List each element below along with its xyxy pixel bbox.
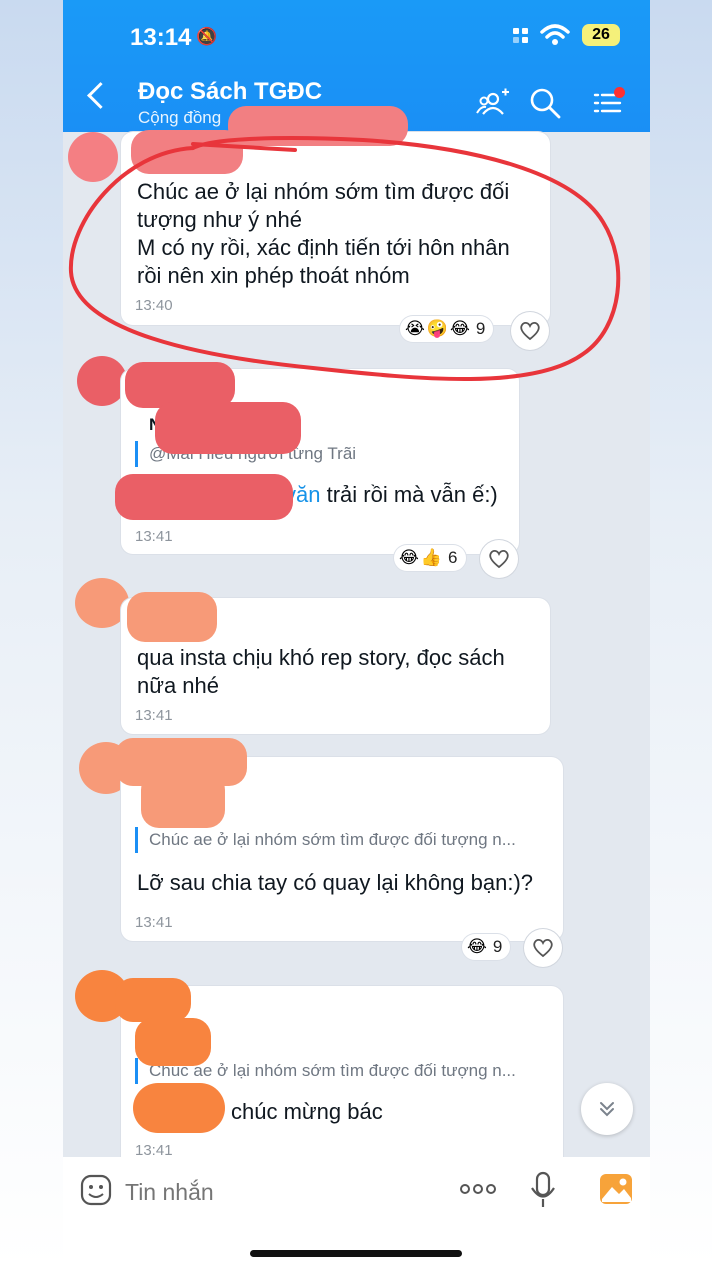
reaction-count: 9	[475, 319, 486, 338]
signal-icon	[513, 27, 528, 43]
message-time: 13:40	[135, 297, 173, 314]
redacted-name	[115, 474, 293, 520]
reaction-emoji: 🤪	[426, 319, 449, 338]
phone-screen: 13:14 🔕 26 Đọc Sách TGĐC Cộng đồng Chúc …	[63, 0, 650, 1267]
redacted-name	[131, 130, 243, 174]
reaction-count: 6	[448, 548, 458, 567]
home-indicator[interactable]	[250, 1250, 462, 1257]
message-input[interactable]	[123, 1171, 427, 1213]
reaction-bar[interactable]: 😭 🤪 😂 9	[400, 316, 494, 342]
message-text: qua insta chịu khó rep story, đọc sách n…	[137, 645, 505, 698]
redacted-name	[135, 1018, 211, 1066]
heart-icon[interactable]	[524, 929, 562, 967]
reaction-bar[interactable]: 😂 👍 6	[394, 545, 466, 571]
heart-icon[interactable]	[511, 312, 549, 350]
status-indicators: 26	[513, 24, 620, 46]
redacted-name	[115, 978, 191, 1022]
image-icon[interactable]	[598, 1172, 634, 1206]
chevrons-down-icon	[600, 1102, 614, 1117]
reaction-emoji: 😭	[405, 319, 425, 338]
quoted-message[interactable]: Chúc ae ở lại nhóm sớm tìm được đối tượn…	[135, 827, 516, 853]
page-title: Đọc Sách TGĐC	[138, 78, 323, 105]
redacted-name	[155, 402, 301, 454]
message-time: 13:41	[135, 528, 173, 545]
group-type: Cộng đồng	[138, 108, 222, 127]
sticker-icon[interactable]	[79, 1173, 113, 1207]
mic-icon[interactable]	[530, 1171, 556, 1209]
reaction-emoji: 😂	[399, 548, 419, 567]
bell-off-icon: 🔕	[196, 27, 218, 46]
message-time: 13:41	[135, 707, 173, 724]
message-text-body: trải rồi mà vẫn ế:)	[320, 482, 498, 507]
status-time: 13:14	[130, 24, 192, 51]
message-text: Chúc ae ở lại nhóm sớm tìm được đối tượn…	[137, 179, 510, 288]
reaction-count: 9	[492, 937, 503, 956]
heart-icon[interactable]	[480, 540, 518, 578]
search-icon[interactable]	[528, 86, 562, 120]
group-add-icon[interactable]	[476, 86, 510, 120]
battery-badge: 26	[582, 24, 620, 46]
redacted-name	[133, 1083, 225, 1133]
message-list[interactable]: Chúc ae ở lại nhóm sớm tìm được đối tượn…	[63, 106, 650, 1186]
wifi-icon	[540, 24, 570, 45]
more-icon[interactable]	[459, 1179, 497, 1199]
message-text: Lỡ sau chia tay có quay lại không bạn:)?	[137, 870, 534, 895]
reaction-emoji: 😂	[450, 319, 470, 338]
background-right	[650, 0, 712, 1267]
redacted-name	[127, 592, 217, 642]
reaction-bar[interactable]: 😂 9	[462, 934, 511, 960]
message-text: chúc mừng bác	[231, 1099, 383, 1124]
notification-dot	[614, 87, 625, 98]
scroll-to-bottom-button[interactable]	[581, 1083, 633, 1135]
back-icon[interactable]	[87, 82, 114, 109]
reaction-emoji: 😂	[467, 937, 487, 956]
redacted-name	[228, 106, 408, 146]
avatar[interactable]	[77, 356, 127, 406]
message-time: 13:41	[135, 914, 173, 931]
redacted-name	[141, 772, 225, 828]
avatar[interactable]	[68, 132, 118, 182]
background-left	[0, 0, 63, 1267]
reaction-emoji: 👍	[420, 548, 443, 567]
